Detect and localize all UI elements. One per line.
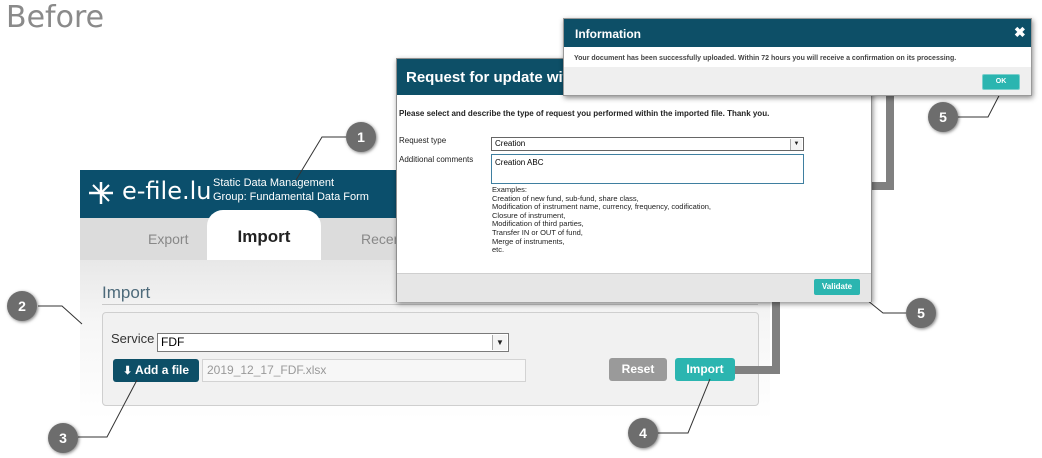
examples-line: Merge of instruments, — [492, 236, 565, 246]
callout-line-2 — [38, 305, 83, 325]
callout-line-1 — [295, 136, 346, 181]
additional-comments-label: Additional comments — [399, 155, 474, 164]
info-dialog-footer: OK — [564, 67, 1031, 95]
request-type-select[interactable]: Creation ▼ — [491, 137, 804, 151]
callout-3: 3 — [48, 423, 78, 453]
chevron-down-icon: ▼ — [790, 139, 802, 150]
info-message: Your document has been successfully uplo… — [574, 55, 957, 62]
callout-4: 4 — [628, 418, 658, 448]
validate-button[interactable]: Validate — [814, 279, 860, 295]
callout-1: 1 — [346, 122, 376, 152]
examples-list: Examples: Creation of new fund, sub-fund… — [492, 185, 711, 255]
request-type-value: Creation — [495, 139, 526, 148]
request-intro-text: Please select and describe the type of r… — [399, 109, 770, 118]
info-dialog-title: Information — [575, 27, 641, 41]
callout-5-validate: 5 — [906, 298, 936, 328]
ok-button[interactable]: OK — [982, 74, 1020, 90]
information-dialog: Information ✖ Your document has been suc… — [563, 18, 1032, 96]
callout-line-3 — [78, 379, 138, 438]
callout-2: 2 — [7, 291, 37, 321]
examples-line: etc. — [492, 245, 505, 255]
info-dialog-header: Information ✖ — [564, 19, 1031, 47]
callout-line-4 — [658, 378, 711, 434]
callout-5-ok: 5 — [928, 102, 958, 132]
request-dialog-footer: Validate — [397, 273, 871, 302]
request-dialog-title: Request for update wit — [406, 69, 568, 86]
request-type-label: Request type — [399, 136, 447, 145]
additional-comments-input[interactable]: Creation ABC — [491, 154, 804, 184]
close-icon[interactable]: ✖ — [1014, 24, 1026, 41]
